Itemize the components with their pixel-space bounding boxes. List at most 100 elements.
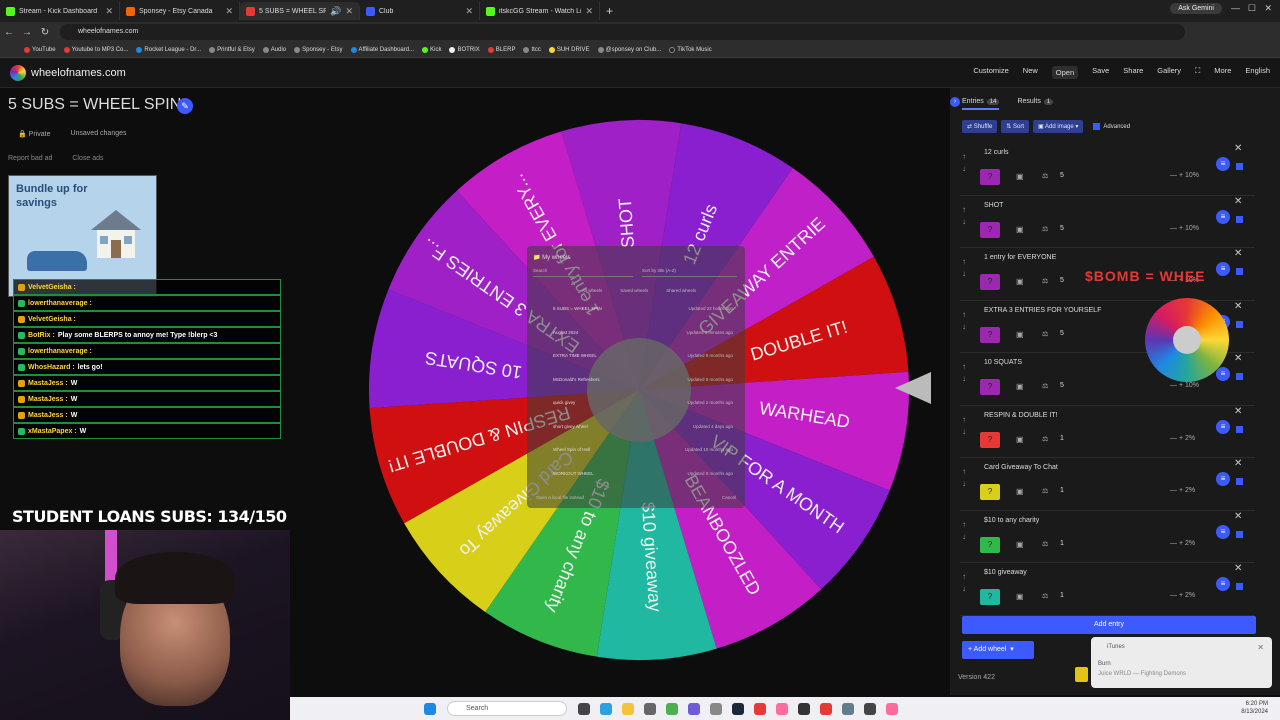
taskbar-search[interactable]: Search <box>447 701 567 716</box>
add-wheel-button[interactable]: + Add wheel ▾ <box>962 641 1034 659</box>
remove-entry-icon[interactable]: ✕ <box>1234 143 1242 154</box>
bookmark-affiliate[interactable]: Affiliate Dashboard... <box>350 46 414 53</box>
browser-tab-wheel[interactable]: 5 SUBS = WHEEL SPIN🔊✕ <box>240 2 360 20</box>
bookmark-botrix[interactable]: BOTRIX <box>449 46 480 53</box>
customize-button[interactable]: Customize <box>973 66 1008 79</box>
itunes-notification[interactable]: iTunes ✕ Burn Juice WRLD — Fighting Demo… <box>1091 637 1272 688</box>
reorder-icon[interactable]: ↑ ↓ <box>962 256 966 280</box>
windows-start-icon[interactable] <box>424 702 436 715</box>
app-icon[interactable] <box>710 702 722 715</box>
save-button[interactable]: Save <box>1092 66 1109 79</box>
open-button[interactable]: Open <box>1051 66 1079 79</box>
itunes-icon[interactable] <box>776 702 788 715</box>
remove-entry-icon[interactable]: ✕ <box>1234 248 1242 259</box>
edit-title-icon[interactable]: ✎ <box>177 98 193 114</box>
entry-weight-stepper[interactable]: — + 10% <box>1170 225 1199 232</box>
app-icon[interactable] <box>842 702 854 715</box>
reorder-icon[interactable]: ↑ ↓ <box>962 204 966 228</box>
entry-options-icon[interactable]: ≡ <box>1216 262 1230 276</box>
wheel-list-item[interactable]: quick givey Updated 2 months ago <box>553 400 733 424</box>
entry-weight-stepper[interactable]: — + 2% <box>1170 487 1195 494</box>
app-icon[interactable] <box>864 702 876 715</box>
entry-enabled-checkbox[interactable] <box>1236 530 1243 538</box>
image-icon[interactable]: ▣ <box>1016 435 1024 444</box>
browser-tab-etsy[interactable]: Sponsey - Etsy Canada ✕ <box>120 2 240 20</box>
bookmark-yt-mp3[interactable]: Youtube to MP3 Co... <box>63 46 128 53</box>
close-icon[interactable]: ✕ <box>105 6 113 17</box>
entry-color-picker[interactable]: ? <box>980 589 1000 605</box>
entry-text-input[interactable]: $10 giveaway <box>984 569 1224 576</box>
taskbar-clock[interactable]: 6:20 PM 8/13/2024 <box>1241 700 1268 716</box>
entry-color-picker[interactable]: ? <box>980 274 1000 290</box>
file-explorer-icon[interactable] <box>622 702 634 715</box>
entry-options-icon[interactable]: ≡ <box>1216 157 1230 171</box>
entry-weight-value[interactable]: 5 <box>1060 225 1064 232</box>
entry-enabled-checkbox[interactable] <box>1236 478 1243 485</box>
entry-enabled-checkbox[interactable] <box>1236 268 1243 275</box>
image-icon[interactable]: ▣ <box>1016 487 1024 496</box>
reorder-icon[interactable]: ↑ ↓ <box>962 571 966 595</box>
reorder-icon[interactable]: ↑ ↓ <box>962 466 966 490</box>
speaker-icon[interactable]: 🔊 <box>330 6 341 17</box>
bookmark-rocket-league[interactable]: Rocket League - Dr... <box>136 46 201 53</box>
remove-entry-icon[interactable]: ✕ <box>1234 511 1242 522</box>
back-icon[interactable]: ← <box>0 27 18 38</box>
entry-enabled-checkbox[interactable] <box>1236 425 1243 433</box>
reorder-icon[interactable]: ↑ ↓ <box>962 361 966 385</box>
dialog-sort-select[interactable]: Sort by title (A-Z) <box>642 268 737 277</box>
entry-options-icon[interactable]: ≡ <box>1216 524 1230 539</box>
close-window-icon[interactable]: ✕ <box>1264 3 1272 14</box>
toast-close-icon[interactable]: ✕ <box>1257 643 1264 652</box>
image-icon[interactable]: ▣ <box>1016 592 1024 601</box>
entry-options-icon[interactable]: ≡ <box>1216 419 1230 434</box>
tab-all-wheels[interactable]: All wheels <box>582 288 602 293</box>
shuffle-button[interactable]: ⇄ Shuffle <box>962 120 998 134</box>
new-button[interactable]: New <box>1023 66 1038 79</box>
opera-icon[interactable] <box>754 702 766 715</box>
add-entry-button[interactable]: Add entry <box>962 616 1256 634</box>
entry-weight-value[interactable]: 1 <box>1060 592 1064 599</box>
browser-tab-kick[interactable]: Stream - Kick Dashboard ✕ <box>0 2 120 20</box>
add-image-button[interactable]: ▣ Add image ▾ <box>1033 120 1084 134</box>
entry-color-picker[interactable]: ? <box>980 536 1000 553</box>
remove-entry-icon[interactable]: ✕ <box>1234 353 1242 364</box>
forward-icon[interactable]: → <box>18 27 36 38</box>
entry-options-icon[interactable]: ≡ <box>1216 472 1230 486</box>
close-icon[interactable]: ✕ <box>585 6 593 17</box>
bookmark-club[interactable]: @sponsey on Club... <box>597 46 661 53</box>
entry-text-input[interactable]: Card Giveaway To Chat <box>984 464 1224 471</box>
entry-text-input[interactable]: 1 entry for EVERYONE <box>984 254 1224 261</box>
sort-button[interactable]: ⇅ Sort <box>1001 120 1029 134</box>
image-icon[interactable]: ▣ <box>1016 330 1024 339</box>
entry-weight-stepper[interactable]: — + 2% <box>1170 435 1195 442</box>
wheel-list-item[interactable]: WORKOUT WHEEL Updated 8 months ago <box>553 471 733 495</box>
remove-entry-icon[interactable]: ✕ <box>1234 458 1242 469</box>
entry-enabled-checkbox[interactable] <box>1236 320 1243 328</box>
close-icon[interactable]: ✕ <box>345 6 353 17</box>
entry-text-input[interactable]: SHOT <box>984 202 1224 209</box>
edge-icon[interactable] <box>600 702 612 715</box>
obs-icon[interactable] <box>798 702 810 715</box>
entry-options-icon[interactable]: ≡ <box>1216 577 1230 591</box>
remove-entry-icon[interactable]: ✕ <box>1234 563 1242 574</box>
collapse-panel-icon[interactable]: › <box>950 97 960 107</box>
entry-text-input[interactable]: $10 to any charity <box>984 517 1224 524</box>
remove-entry-icon[interactable]: ✕ <box>1234 301 1242 312</box>
entry-weight-value[interactable]: 1 <box>1060 435 1064 442</box>
entry-color-picker[interactable]: ? <box>980 326 1000 343</box>
image-icon[interactable]: ▣ <box>1016 540 1024 549</box>
maximize-icon[interactable]: ☐ <box>1248 3 1256 14</box>
entry-weight-stepper[interactable]: — + 2% <box>1170 540 1195 547</box>
language-button[interactable]: English <box>1245 66 1270 79</box>
report-ad-link[interactable]: Report bad ad <box>8 155 52 162</box>
image-icon[interactable]: ▣ <box>1016 172 1024 181</box>
entry-color-picker[interactable]: ? <box>980 169 1000 185</box>
dialog-search-input[interactable]: Search <box>533 268 633 277</box>
open-local-file-link[interactable]: Open a local file instead <box>536 495 584 500</box>
entry-color-picker[interactable]: ? <box>980 484 1000 500</box>
app-icon[interactable] <box>820 702 832 715</box>
entry-weight-value[interactable]: 5 <box>1060 330 1064 337</box>
wheel-list-item[interactable]: August 2024 Updated 3 minutes ago <box>553 330 733 354</box>
bookmark-blerp[interactable]: BLERP <box>487 46 515 53</box>
image-icon[interactable]: ▣ <box>1016 277 1024 286</box>
